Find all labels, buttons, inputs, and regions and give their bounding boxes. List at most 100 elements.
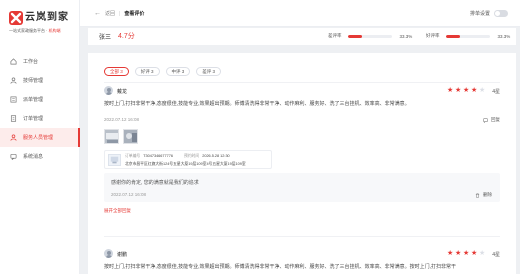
review-image[interactable] — [104, 129, 119, 144]
negative-rate-fill — [347, 34, 363, 38]
filter-all[interactable]: 全部 3 — [104, 67, 129, 76]
star-icon: ★ — [479, 250, 486, 257]
message-icon — [10, 153, 17, 160]
app-tagline-prefix: 一站式家政服务平台 · — [9, 28, 49, 33]
filter-neutral[interactable]: 中评 3 — [165, 67, 191, 76]
schedule-setting-label: 排单设置 — [469, 11, 490, 17]
star-icon: ★ — [471, 87, 478, 94]
order-icon — [10, 115, 17, 122]
back-arrow-icon[interactable]: ← — [94, 10, 101, 17]
schedule-setting: 排单设置 — [470, 10, 508, 17]
sidebar-item-label: 技师管理 — [23, 78, 44, 84]
back-link[interactable]: 返回 — [105, 10, 115, 17]
star-icon: ★ — [447, 87, 454, 94]
review-image[interactable] — [123, 129, 138, 144]
positive-rate-value: 33.3% — [497, 33, 511, 39]
order-time-label: 预约时间 — [184, 154, 200, 158]
review-level: 4星 — [492, 252, 500, 258]
positive-rate-label: 好评率 — [426, 33, 440, 38]
review-panel: 全部 3 好评 3 中评 3 差评 3 戴龙 ★ ★ ★ ★ ★ 4星 按时上门,打扫非… — [88, 53, 516, 274]
reply-icon — [483, 117, 488, 123]
star-rating: ★ ★ ★ ★ ★ — [446, 250, 486, 257]
sidebar-item-technicians[interactable]: 技师管理 — [0, 71, 80, 90]
expand-replies-link[interactable]: 展开全部回复 — [104, 208, 131, 214]
staff-icon — [10, 134, 17, 141]
sidebar-item-label: 订单管理 — [23, 116, 44, 122]
sidebar-item-label: 派单管理 — [23, 97, 44, 103]
review-text: 按时上门,打扫非常干净,态度很佳,技能专业,效果超出预期。师傅清洗得非常干净、动… — [104, 264, 456, 270]
star-icon: ★ — [479, 87, 486, 94]
sidebar: 云岚到家 一站式家政服务平台 · 机构端 工作台 技师管理 派单管理 订单管理 … — [0, 0, 80, 274]
filter-positive[interactable]: 好评 3 — [134, 67, 160, 76]
star-icon: ★ — [447, 250, 454, 257]
negative-rate: 差评率 33.3% — [328, 33, 412, 39]
negative-rate-bar — [347, 34, 392, 38]
logo: 云岚到家 一站式家政服务平台 · 机构端 — [9, 11, 73, 37]
page-title: 查看评价 — [124, 11, 145, 17]
breadcrumb-separator: | — [119, 10, 121, 17]
reply-label: 回复 — [491, 117, 500, 122]
review-user: 谢鹏 — [117, 252, 128, 258]
rating-summary: 张三 4.7分 差评率 33.3% 好评率 33.3% — [88, 28, 516, 45]
star-icon: ★ — [463, 87, 470, 94]
star-icon: ★ — [471, 250, 478, 257]
order-number: T3047346677776 — [143, 154, 173, 158]
review-level: 4星 — [492, 89, 500, 95]
review-item: 谢鹏 ★ ★ ★ ★ ★ 4星 按时上门,打扫非常干净,态度很佳,技能专业,效果超出预期… — [104, 249, 500, 274]
schedule-setting-toggle[interactable] — [494, 10, 508, 17]
review-images — [104, 129, 142, 144]
trash-icon — [475, 192, 480, 198]
user-icon — [10, 77, 17, 84]
review-photo-1 — [105, 130, 118, 143]
positive-rate-fill — [445, 34, 461, 38]
star-icon: ★ — [455, 87, 462, 94]
sidebar-item-orders[interactable]: 订单管理 — [0, 109, 80, 128]
delete-reply-button[interactable]: 删除 — [475, 192, 492, 198]
filters-divider — [104, 82, 500, 83]
negative-rate-value: 33.3% — [399, 33, 413, 39]
dispatch-icon — [10, 96, 17, 103]
avatar — [104, 86, 113, 95]
top-bar: ← 返回 | 查看评价 排单设置 — [80, 0, 520, 27]
staff-name: 张三 — [99, 35, 112, 41]
order-meta: 订单编号 T3047346677776 预约时间 2026.5.28 12:30 — [125, 154, 240, 159]
order-address: 北京市昌平区红旗大街124号五星大厦19层109室4号五星大厦19层109室 — [125, 162, 246, 166]
order-thumbnail — [108, 154, 121, 166]
avatar — [104, 249, 113, 258]
app-tagline-brand: 机构端 — [48, 28, 61, 33]
order-time: 2026.5.28 12:30 — [202, 154, 230, 158]
logo-mark-icon — [9, 11, 23, 25]
staff-score: 4.7分 — [118, 33, 135, 40]
review-user: 戴龙 — [117, 89, 128, 95]
sidebar-item-label: 系统消息 — [23, 154, 44, 160]
star-icon: ★ — [455, 250, 462, 257]
home-icon — [10, 58, 17, 65]
sidebar-nav: 工作台 技师管理 派单管理 订单管理 服务人员管理 系统消息 — [0, 52, 80, 166]
breadcrumb: ← 返回 | 查看评价 — [94, 10, 144, 17]
positive-rate: 好评率 33.3% — [426, 33, 510, 39]
negative-rate-label: 差评率 — [328, 33, 342, 38]
sidebar-item-messages[interactable]: 系统消息 — [0, 147, 80, 166]
sidebar-item-label: 服务人员管理 — [23, 135, 54, 141]
reply-button[interactable]: 回复 — [483, 117, 500, 123]
positive-rate-bar — [445, 34, 490, 38]
review-text: 按时上门,打扫非常干净,态度很佳,技能专业,效果超出预期。师傅清洗得非常干净、动… — [104, 101, 410, 107]
delete-label: 删除 — [483, 192, 492, 197]
order-number-label: 订单编号 — [125, 154, 141, 158]
merchant-reply: 感谢你的肯定, 您的满意就是我们的追求 2022.07.12 16:08 删除 — [104, 173, 500, 202]
app-name: 云岚到家 — [25, 12, 69, 23]
star-rating: ★ ★ ★ ★ ★ — [446, 87, 486, 94]
filter-negative[interactable]: 差评 3 — [196, 67, 222, 76]
sidebar-item-label: 工作台 — [23, 59, 39, 65]
reply-time: 2022.07.12 16:08 — [111, 192, 147, 197]
sidebar-item-workbench[interactable]: 工作台 — [0, 52, 80, 71]
reply-text: 感谢你的肯定, 您的满意就是我们的追求 — [111, 180, 199, 186]
star-icon: ★ — [463, 250, 470, 257]
review-item: 戴龙 ★ ★ ★ ★ ★ 4星 按时上门,打扫非常干净,态度很佳,技能专业,效果超出预期… — [104, 86, 500, 226]
review-divider — [104, 236, 500, 237]
sidebar-item-dispatch[interactable]: 派单管理 — [0, 90, 80, 109]
order-card[interactable]: 订单编号 T3047346677776 预约时间 2026.5.28 12:30 北… — [104, 150, 272, 169]
sidebar-item-staff[interactable]: 服务人员管理 — [0, 128, 80, 147]
review-photo-2 — [124, 130, 137, 143]
review-time: 2022.07.12 16:08 — [104, 117, 140, 122]
